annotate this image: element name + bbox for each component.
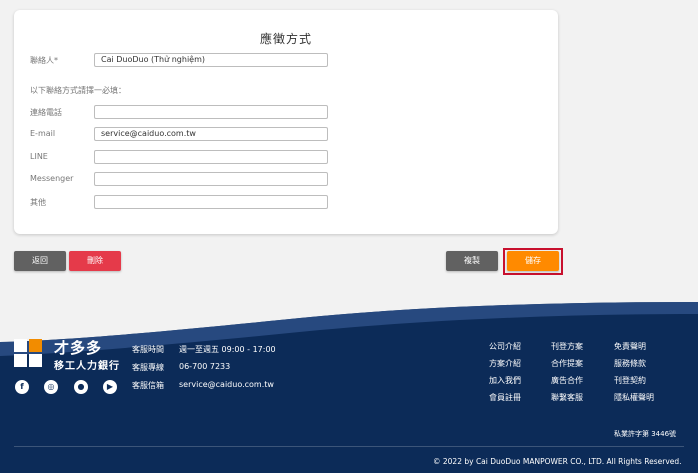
messenger-input[interactable] bbox=[94, 172, 328, 186]
email-input[interactable] bbox=[94, 127, 328, 141]
contact-name-input[interactable] bbox=[94, 53, 328, 67]
copyright-text: © 2022 by Cai DuoDuo MANPOWER CO., LTD. … bbox=[433, 457, 682, 466]
other-input[interactable] bbox=[94, 195, 328, 209]
contact-method-card: 應徵方式 聯絡人* 以下聯絡方式請擇一必填： 連絡電話 E-mail LINE … bbox=[14, 10, 558, 234]
service-phone-value: 06-700 7233 bbox=[179, 362, 231, 371]
footer-link-proposal[interactable]: 合作提案 bbox=[551, 358, 583, 369]
footer-link-contract[interactable]: 刊登契約 bbox=[614, 375, 646, 386]
line-icon[interactable]: ● bbox=[74, 380, 88, 394]
back-button[interactable]: 返回 bbox=[14, 251, 66, 271]
youtube-icon[interactable]: ▶ bbox=[103, 380, 117, 394]
service-phone-label: 客服專線 bbox=[132, 363, 164, 372]
logo-subtitle: 移工人力銀行 bbox=[54, 361, 120, 372]
footer-link-privacy[interactable]: 隱私權聲明 bbox=[614, 392, 654, 403]
footer-divider bbox=[14, 446, 684, 447]
license-number: 私業許字第 3446號 bbox=[614, 430, 677, 438]
logo-name: 才多多 bbox=[54, 339, 103, 357]
phone-input[interactable] bbox=[94, 105, 328, 119]
line-input[interactable] bbox=[94, 150, 328, 164]
copy-button[interactable]: 複製 bbox=[446, 251, 498, 271]
service-hours-value: 週一至週五 09:00 - 17:00 bbox=[179, 345, 276, 354]
footer-wave bbox=[0, 300, 698, 356]
contact-hint: 以下聯絡方式請擇一必填： bbox=[30, 86, 126, 95]
footer-link-register[interactable]: 會員註冊 bbox=[489, 392, 521, 403]
footer-link-listing-plans[interactable]: 刊登方案 bbox=[551, 341, 583, 352]
other-label: 其他 bbox=[30, 198, 46, 207]
phone-label: 連絡電話 bbox=[30, 108, 62, 117]
delete-button[interactable]: 刪除 bbox=[69, 251, 121, 271]
email-label: E-mail bbox=[30, 129, 56, 138]
messenger-label: Messenger bbox=[30, 174, 74, 183]
footer-link-terms[interactable]: 服務條款 bbox=[614, 358, 646, 369]
card-title: 應徵方式 bbox=[259, 32, 312, 46]
logo-mark-icon bbox=[14, 339, 42, 367]
footer-link-disclaimer[interactable]: 免責聲明 bbox=[614, 341, 646, 352]
site-footer: 才多多 移工人力銀行 f ◎ ● ▶ 客服時間 週一至週五 09:00 - 17… bbox=[0, 300, 698, 473]
instagram-icon[interactable]: ◎ bbox=[44, 380, 58, 394]
line-label: LINE bbox=[30, 152, 48, 161]
service-email-value[interactable]: service@caiduo.com.tw bbox=[179, 380, 274, 389]
footer-link-ads[interactable]: 廣告合作 bbox=[551, 375, 583, 386]
service-email-label: 客服信箱 bbox=[132, 381, 164, 390]
service-hours-label: 客服時間 bbox=[132, 345, 164, 354]
facebook-icon[interactable]: f bbox=[15, 380, 29, 394]
footer-link-company[interactable]: 公司介紹 bbox=[489, 341, 521, 352]
footer-link-plans[interactable]: 方案介紹 bbox=[489, 358, 521, 369]
contact-label: 聯絡人* bbox=[30, 56, 58, 65]
save-button[interactable]: 儲存 bbox=[507, 251, 559, 271]
footer-link-contact[interactable]: 聯繫客服 bbox=[551, 392, 583, 403]
footer-link-join[interactable]: 加入我們 bbox=[489, 375, 521, 386]
